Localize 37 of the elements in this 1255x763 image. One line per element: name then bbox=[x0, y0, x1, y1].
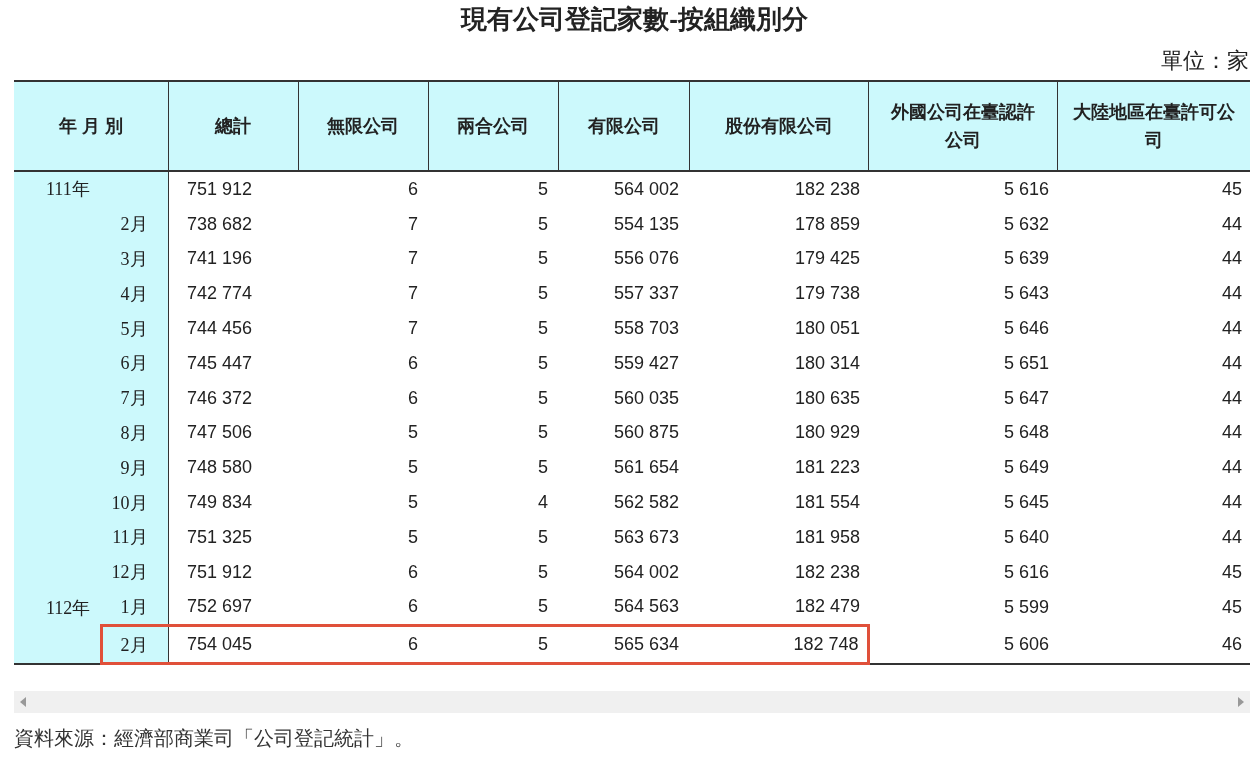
year-cell: 112年 bbox=[14, 589, 100, 626]
month-cell: 1月 bbox=[100, 589, 168, 626]
table-cell: 5 bbox=[428, 625, 558, 664]
month-cell: 5月 bbox=[100, 311, 168, 346]
year-cell: 111年 bbox=[14, 171, 100, 207]
month-cell: 3月 bbox=[100, 241, 168, 277]
column-header: 年 月 別 bbox=[14, 81, 168, 171]
scroll-right-icon[interactable] bbox=[1238, 697, 1244, 708]
column-header: 大陸地區在臺許可公司 bbox=[1057, 81, 1250, 171]
table-cell: 5 606 bbox=[868, 625, 1057, 664]
month-cell: 2月 bbox=[100, 625, 168, 664]
month-cell: 7月 bbox=[100, 380, 168, 416]
source-note: 資料來源：經濟部商業司「公司登記統計」。 bbox=[14, 726, 415, 752]
column-header: 股份有限公司 bbox=[689, 81, 868, 171]
table-cell: 182 748 bbox=[689, 625, 868, 664]
horizontal-scrollbar[interactable] bbox=[14, 691, 1250, 714]
month-cell: 10月 bbox=[100, 485, 168, 520]
month-cell: 11月 bbox=[100, 519, 168, 555]
column-header: 有限公司 bbox=[558, 81, 689, 171]
column-header: 無限公司 bbox=[298, 81, 428, 171]
month-cell: 8月 bbox=[100, 415, 168, 451]
month-cell: 6月 bbox=[100, 346, 168, 381]
column-header: 兩合公司 bbox=[428, 81, 558, 171]
table-cell: 751 912 bbox=[168, 171, 298, 207]
month-cell: 2月 bbox=[100, 206, 168, 242]
table-cell: 752 697 bbox=[168, 589, 298, 626]
column-header: 外國公司在臺認許公司 bbox=[868, 81, 1057, 171]
table-cell: 6 bbox=[298, 625, 428, 664]
column-header: 總計 bbox=[168, 81, 298, 171]
unit-label: 單位：家 bbox=[1161, 47, 1250, 75]
month-cell: 12月 bbox=[100, 554, 168, 590]
table-cell: 754 045 bbox=[168, 625, 298, 664]
scroll-left-icon[interactable] bbox=[20, 697, 26, 708]
month-cell: 9月 bbox=[100, 450, 168, 486]
table-cell: 565 634 bbox=[558, 625, 689, 664]
month-cell: 4月 bbox=[100, 276, 168, 312]
table-title: 現有公司登記家數-按組織別分 bbox=[459, 3, 809, 36]
